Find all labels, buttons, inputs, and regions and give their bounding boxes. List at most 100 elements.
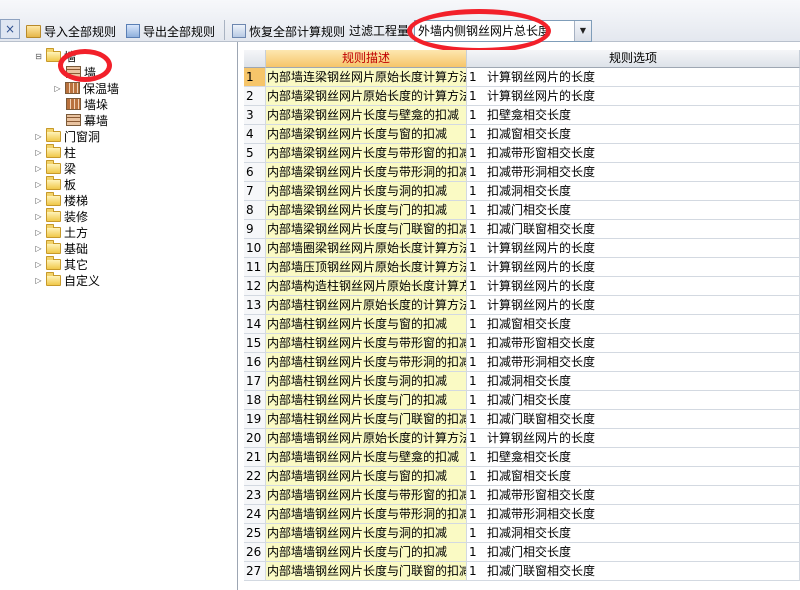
row-number[interactable]: 1: [244, 68, 266, 87]
row-number[interactable]: 24: [244, 505, 266, 524]
table-row[interactable]: 20 内部墙墙钢丝网片原始长度的计算方法 1 计算钢丝网片的长度: [244, 429, 800, 448]
rule-option-cell[interactable]: 扣壁龛相交长度: [487, 106, 800, 125]
rule-option-cell[interactable]: 扣减洞相交长度: [487, 182, 800, 201]
rule-description-cell[interactable]: 内部墙梁钢丝网片长度与窗的扣减: [266, 125, 467, 144]
rule-description-cell[interactable]: 内部墙梁钢丝网片长度与门联窗的扣减: [266, 220, 467, 239]
rule-description-cell[interactable]: 内部墙梁钢丝网片原始长度的计算方法: [266, 87, 467, 106]
table-row[interactable]: 27 内部墙墙钢丝网片长度与门联窗的扣减 1 扣减门联窗相交长度: [244, 562, 800, 581]
rule-description-cell[interactable]: 内部墙梁钢丝网片长度与带形窗的扣减: [266, 144, 467, 163]
rule-option-cell[interactable]: 扣减带形窗相交长度: [487, 334, 800, 353]
rule-description-cell[interactable]: 内部墙梁钢丝网片长度与带形洞的扣减: [266, 163, 467, 182]
rule-description-cell[interactable]: 内部墙墙钢丝网片长度与带形窗的扣减: [266, 486, 467, 505]
row-number[interactable]: 2: [244, 87, 266, 106]
table-row[interactable]: 10 内部墙圈梁钢丝网片原始长度计算方法 1 计算钢丝网片的长度: [244, 239, 800, 258]
rule-option-cell[interactable]: 计算钢丝网片的长度: [487, 277, 800, 296]
row-number[interactable]: 15: [244, 334, 266, 353]
rule-description-cell[interactable]: 内部墙圈梁钢丝网片原始长度计算方法: [266, 239, 467, 258]
restore-all-rules-button[interactable]: 恢复全部计算规则: [232, 22, 345, 40]
rule-option-code-cell[interactable]: 1: [467, 562, 487, 581]
rule-option-cell[interactable]: 扣减门相交长度: [487, 543, 800, 562]
table-row[interactable]: 8 内部墙梁钢丝网片长度与门的扣减 1 扣减门相交长度: [244, 201, 800, 220]
table-row[interactable]: 13 内部墙柱钢丝网片原始长度的计算方法 1 计算钢丝网片的长度: [244, 296, 800, 315]
rule-option-cell[interactable]: 计算钢丝网片的长度: [487, 239, 800, 258]
rule-option-code-cell[interactable]: 1: [467, 524, 487, 543]
tree-node-folder[interactable]: ▷ 门窗洞: [34, 127, 100, 144]
table-row[interactable]: 3 内部墙梁钢丝网片长度与壁龛的扣减 1 扣壁龛相交长度: [244, 106, 800, 125]
rule-option-code-cell[interactable]: 1: [467, 220, 487, 239]
table-row[interactable]: 1 内部墙连梁钢丝网片原始长度计算方法 1 计算钢丝网片的长度: [244, 68, 800, 87]
table-row[interactable]: 25 内部墙墙钢丝网片长度与洞的扣减 1 扣减洞相交长度: [244, 524, 800, 543]
row-number[interactable]: 3: [244, 106, 266, 125]
tree-node-folder[interactable]: ▷ 装修: [34, 207, 88, 224]
expand-icon[interactable]: ▷: [34, 164, 43, 173]
rule-option-code-cell[interactable]: 1: [467, 410, 487, 429]
rule-description-cell[interactable]: 内部墙柱钢丝网片原始长度的计算方法: [266, 296, 467, 315]
row-number[interactable]: 23: [244, 486, 266, 505]
rule-option-cell[interactable]: 计算钢丝网片的长度: [487, 429, 800, 448]
rule-description-cell[interactable]: 内部墙墙钢丝网片原始长度的计算方法: [266, 429, 467, 448]
rule-option-code-cell[interactable]: 1: [467, 448, 487, 467]
row-number[interactable]: 19: [244, 410, 266, 429]
table-row[interactable]: 14 内部墙柱钢丝网片长度与窗的扣减 1 扣减窗相交长度: [244, 315, 800, 334]
expand-icon[interactable]: ▷: [34, 196, 43, 205]
tree-node-folder[interactable]: ▷ 板: [34, 175, 76, 192]
rule-description-cell[interactable]: 内部墙柱钢丝网片长度与窗的扣减: [266, 315, 467, 334]
rule-description-cell[interactable]: 内部墙柱钢丝网片长度与洞的扣减: [266, 372, 467, 391]
rule-option-code-cell[interactable]: 1: [467, 144, 487, 163]
tree-node-insulation-wall[interactable]: ▷ 保温墙: [53, 80, 119, 96]
rule-description-cell[interactable]: 内部墙墙钢丝网片长度与洞的扣减: [266, 524, 467, 543]
row-number[interactable]: 8: [244, 201, 266, 220]
tree-node-folder[interactable]: ▷ 楼梯: [34, 191, 88, 208]
row-number[interactable]: 14: [244, 315, 266, 334]
row-number[interactable]: 21: [244, 448, 266, 467]
row-number[interactable]: 6: [244, 163, 266, 182]
row-number[interactable]: 16: [244, 353, 266, 372]
row-number[interactable]: 25: [244, 524, 266, 543]
rule-option-code-cell[interactable]: 1: [467, 372, 487, 391]
rule-description-cell[interactable]: 内部墙墙钢丝网片长度与带形洞的扣减: [266, 505, 467, 524]
rule-option-code-cell[interactable]: 1: [467, 467, 487, 486]
rule-option-code-cell[interactable]: 1: [467, 163, 487, 182]
expand-icon[interactable]: ▷: [34, 212, 43, 221]
row-number[interactable]: 26: [244, 543, 266, 562]
table-row[interactable]: 23 内部墙墙钢丝网片长度与带形窗的扣减 1 扣减带形窗相交长度: [244, 486, 800, 505]
table-row[interactable]: 18 内部墙柱钢丝网片长度与门的扣减 1 扣减门相交长度: [244, 391, 800, 410]
dropdown-arrow-icon[interactable]: ▼: [574, 21, 591, 41]
row-number[interactable]: 11: [244, 258, 266, 277]
collapse-icon[interactable]: ⊟: [34, 52, 43, 61]
rule-option-code-cell[interactable]: 1: [467, 87, 487, 106]
rule-option-cell[interactable]: 扣减窗相交长度: [487, 315, 800, 334]
rule-option-cell[interactable]: 扣减门相交长度: [487, 391, 800, 410]
rule-option-cell[interactable]: 扣减带形窗相交长度: [487, 144, 800, 163]
rule-option-code-cell[interactable]: 1: [467, 391, 487, 410]
tree-node-folder[interactable]: ▷ 其它: [34, 255, 88, 272]
table-row[interactable]: 11 内部墙压顶钢丝网片原始长度计算方法 1 计算钢丝网片的长度: [244, 258, 800, 277]
table-row[interactable]: 24 内部墙墙钢丝网片长度与带形洞的扣减 1 扣减带形洞相交长度: [244, 505, 800, 524]
rule-description-cell[interactable]: 内部墙构造柱钢丝网片原始长度计算方法: [266, 277, 467, 296]
expand-icon[interactable]: ▷: [34, 228, 43, 237]
rule-option-code-cell[interactable]: 1: [467, 182, 487, 201]
row-number[interactable]: 12: [244, 277, 266, 296]
rule-option-code-cell[interactable]: 1: [467, 239, 487, 258]
row-number[interactable]: 7: [244, 182, 266, 201]
rule-option-code-cell[interactable]: 1: [467, 334, 487, 353]
rule-option-cell[interactable]: 扣减门联窗相交长度: [487, 410, 800, 429]
rule-option-cell[interactable]: 扣减窗相交长度: [487, 467, 800, 486]
rule-option-cell[interactable]: 计算钢丝网片的长度: [487, 258, 800, 277]
rule-description-cell[interactable]: 内部墙柱钢丝网片长度与门的扣减: [266, 391, 467, 410]
expand-icon[interactable]: ▷: [53, 84, 62, 93]
rule-option-cell[interactable]: 扣减门联窗相交长度: [487, 562, 800, 581]
rule-option-cell[interactable]: 扣减洞相交长度: [487, 372, 800, 391]
export-all-rules-button[interactable]: 导出全部规则: [126, 22, 215, 40]
row-number[interactable]: 4: [244, 125, 266, 144]
rule-description-cell[interactable]: 内部墙柱钢丝网片长度与带形窗的扣减: [266, 334, 467, 353]
rule-description-cell[interactable]: 内部墙压顶钢丝网片原始长度计算方法: [266, 258, 467, 277]
rule-option-code-cell[interactable]: 1: [467, 486, 487, 505]
tree-node-folder[interactable]: ▷ 基础: [34, 239, 88, 256]
rule-option-code-cell[interactable]: 1: [467, 106, 487, 125]
table-row[interactable]: 7 内部墙梁钢丝网片长度与洞的扣减 1 扣减洞相交长度: [244, 182, 800, 201]
rule-option-code-cell[interactable]: 1: [467, 258, 487, 277]
rule-option-code-cell[interactable]: 1: [467, 543, 487, 562]
table-row[interactable]: 15 内部墙柱钢丝网片长度与带形窗的扣减 1 扣减带形窗相交长度: [244, 334, 800, 353]
rule-description-cell[interactable]: 内部墙墙钢丝网片长度与门联窗的扣减: [266, 562, 467, 581]
